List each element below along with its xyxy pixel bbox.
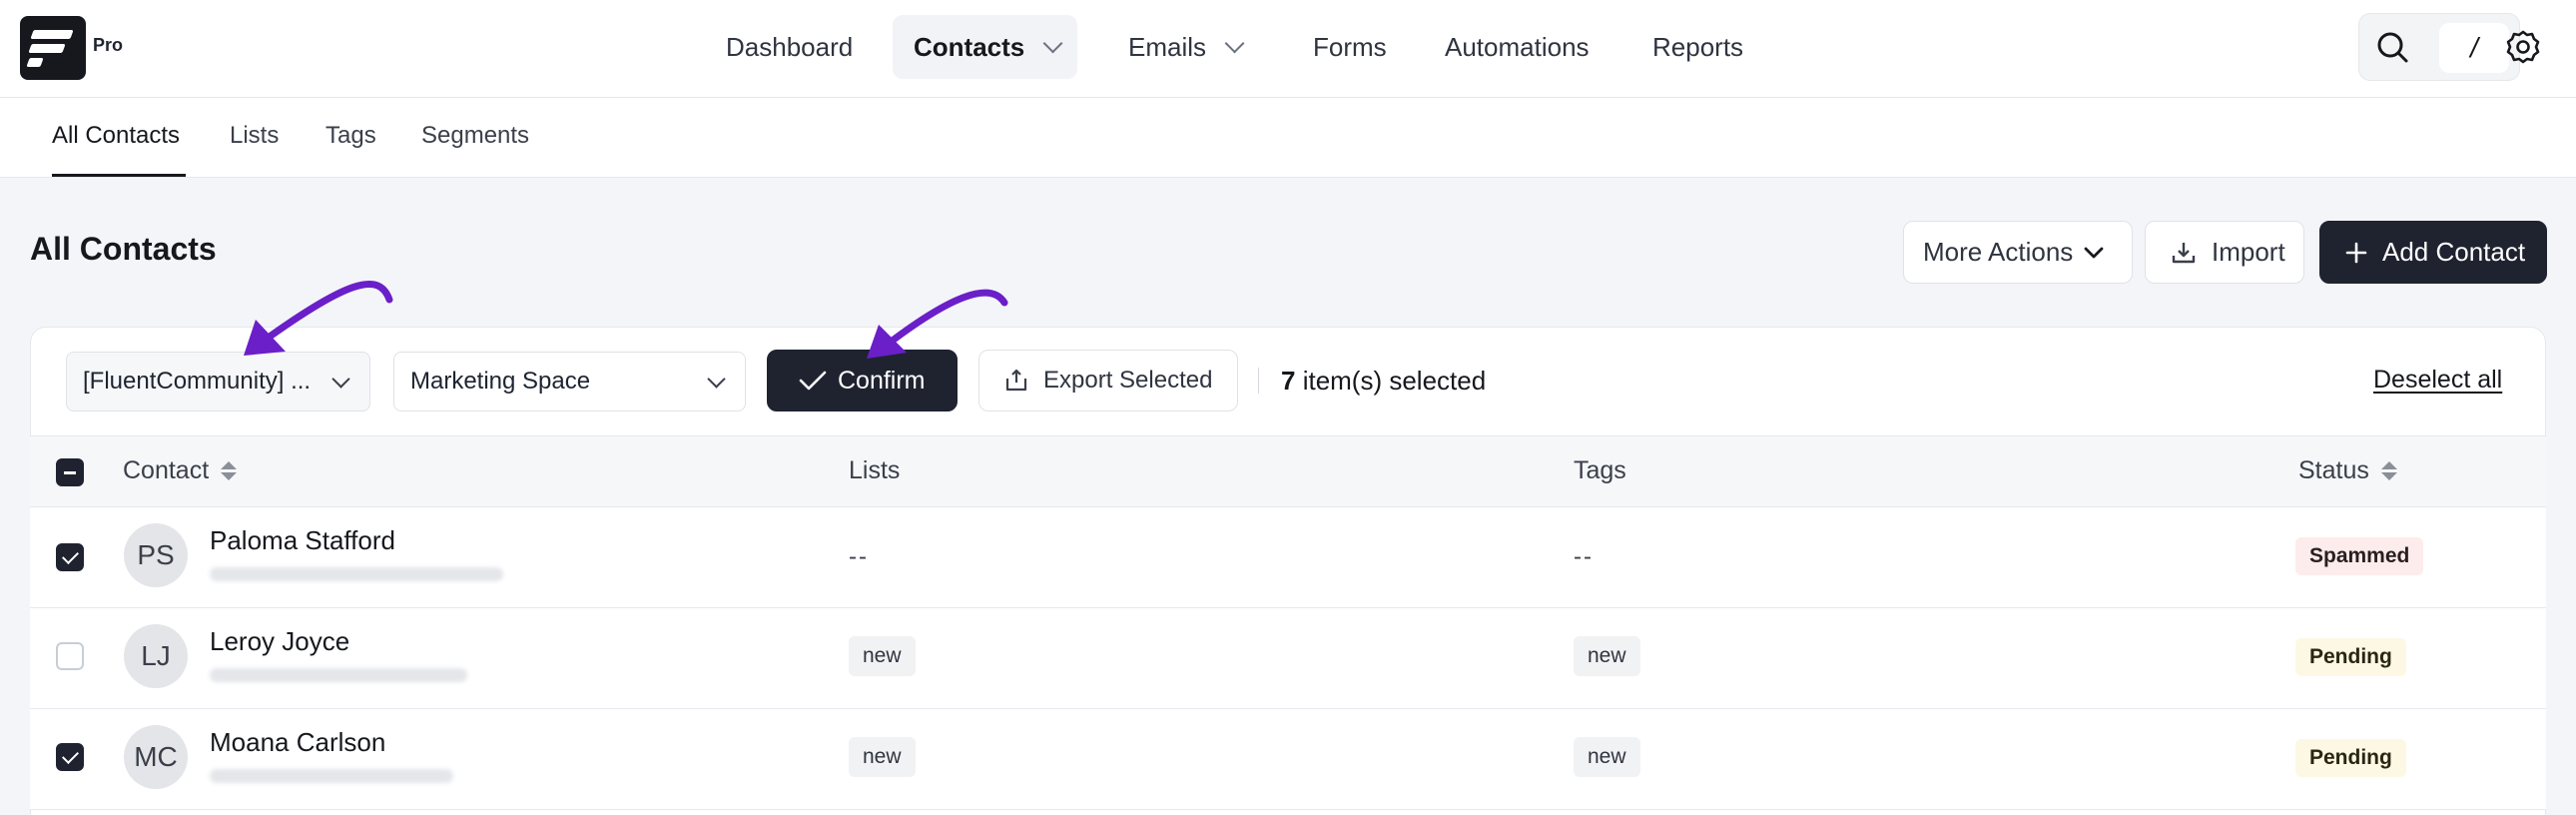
top-navigation: Pro Dashboard Contacts Emails Forms Auto… — [0, 0, 2576, 98]
contact-name[interactable]: Leroy Joyce — [210, 626, 349, 657]
status-badge: Spammed — [2295, 537, 2424, 575]
contact-name[interactable]: Moana Carlson — [210, 727, 385, 758]
tag-chip: new — [1574, 737, 1640, 777]
nav-dashboard[interactable]: Dashboard — [705, 15, 874, 79]
select-all-checkbox[interactable] — [56, 458, 84, 486]
chevron-down-icon — [1042, 33, 1063, 54]
list-chip: new — [849, 737, 916, 777]
annotation-arrow-icon — [867, 289, 1008, 359]
avatar: PS — [124, 523, 188, 587]
table-row[interactable]: MC Moana Carlson new new Pending — [30, 709, 2546, 810]
column-contact[interactable]: Contact — [123, 456, 238, 485]
selected-count: 7 item(s) selected — [1281, 366, 1487, 396]
tab-all-contacts[interactable]: All Contacts — [52, 122, 180, 150]
tab-tags[interactable]: Tags — [325, 122, 376, 150]
page-title: All Contacts — [30, 231, 217, 267]
lists-cell: -- — [849, 543, 869, 570]
tab-lists[interactable]: Lists — [230, 122, 279, 150]
check-icon — [799, 371, 827, 391]
annotation-arrow-icon — [244, 280, 393, 356]
plan-badge: Pro — [93, 35, 124, 55]
app-logo[interactable] — [20, 16, 86, 80]
nav-contacts[interactable]: Contacts — [893, 15, 1078, 79]
chevron-down-icon — [2084, 247, 2104, 258]
contact-name[interactable]: Paloma Stafford — [210, 525, 395, 556]
table-row[interactable]: LJ Leroy Joyce new new Pending — [30, 608, 2546, 709]
active-tab-indicator — [52, 174, 186, 177]
contact-email-redacted — [210, 769, 453, 783]
more-actions-button[interactable]: More Actions — [1903, 221, 2133, 284]
export-icon — [1005, 369, 1027, 392]
export-selected-button[interactable]: Export Selected — [978, 350, 1238, 411]
avatar: LJ — [124, 624, 188, 688]
nav-automations[interactable]: Automations — [1424, 15, 1610, 79]
target-space-select[interactable]: Marketing Space — [393, 352, 746, 411]
chevron-down-icon — [1224, 33, 1245, 54]
contact-email-redacted — [210, 567, 503, 581]
row-checkbox[interactable] — [56, 543, 84, 571]
plus-icon — [2345, 242, 2367, 263]
row-checkbox[interactable] — [56, 642, 84, 670]
deselect-all-link[interactable]: Deselect all — [2373, 366, 2502, 395]
download-icon — [2172, 242, 2196, 263]
avatar: MC — [124, 725, 188, 789]
nav-emails[interactable]: Emails — [1107, 15, 1259, 79]
tags-cell: -- — [1574, 543, 1594, 570]
tag-chip: new — [1574, 636, 1640, 676]
column-tags: Tags — [1574, 456, 1626, 484]
table-header: Contact Lists Tags Status — [30, 435, 2546, 507]
chevron-down-icon — [331, 370, 350, 389]
search-icon[interactable] — [2371, 26, 2415, 70]
contact-email-redacted — [210, 668, 467, 682]
search-shortcut-key: / — [2439, 23, 2509, 73]
tab-segments[interactable]: Segments — [421, 122, 529, 150]
toolbar-divider — [1258, 368, 1259, 394]
table-row[interactable]: PS Paloma Stafford -- -- Spammed — [30, 507, 2546, 608]
sort-icon[interactable] — [2380, 461, 2397, 480]
column-status[interactable]: Status — [2298, 456, 2397, 485]
contacts-subnav: All Contacts Lists Tags Segments — [0, 98, 2576, 178]
global-search[interactable]: / — [2358, 13, 2520, 81]
sort-icon[interactable] — [221, 461, 238, 480]
row-checkbox[interactable] — [56, 743, 84, 771]
add-contact-button[interactable]: Add Contact — [2319, 221, 2547, 284]
gear-icon[interactable] — [2504, 28, 2542, 66]
list-chip: new — [849, 636, 916, 676]
status-badge: Pending — [2295, 638, 2406, 676]
column-lists: Lists — [849, 456, 901, 484]
nav-forms[interactable]: Forms — [1292, 15, 1408, 79]
import-button[interactable]: Import — [2145, 221, 2304, 284]
nav-reports[interactable]: Reports — [1631, 15, 1764, 79]
chevron-down-icon — [707, 370, 726, 389]
status-badge: Pending — [2295, 739, 2406, 777]
